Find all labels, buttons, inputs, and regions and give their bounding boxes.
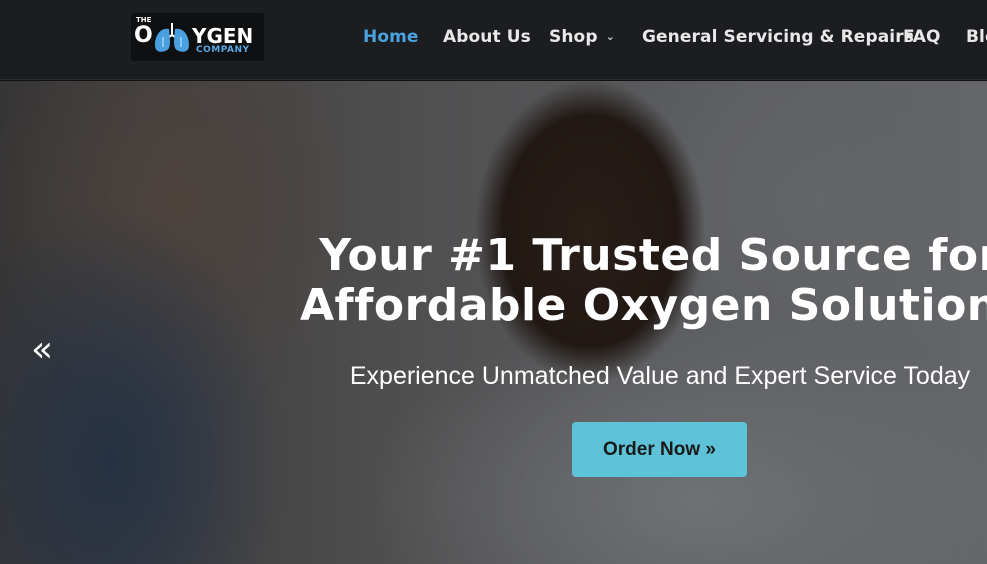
- slider-prev-arrow[interactable]: «: [31, 332, 53, 368]
- nav-item-shop[interactable]: Shop ⌄: [549, 26, 615, 50]
- logo-company-text: COMPANY: [196, 45, 250, 55]
- hero-title-line1: Your #1 Trusted Source for: [319, 230, 987, 281]
- order-now-button[interactable]: Order Now »: [572, 422, 747, 477]
- nav-item-blog[interactable]: Blo: [966, 26, 987, 48]
- nav-item-shop-label: Shop: [549, 27, 598, 47]
- chevron-down-icon: ⌄: [605, 30, 615, 43]
- hero-title: Your #1 Trusted Source for Affordable Ox…: [300, 231, 987, 331]
- nav-item-general-servicing-repairs[interactable]: General Servicing & Repairs: [642, 26, 914, 48]
- nav-item-faq[interactable]: FAQ: [903, 26, 941, 48]
- logo-ygen-text: YGEN: [192, 24, 254, 48]
- logo[interactable]: THE O YGEN COMPANY: [131, 13, 264, 61]
- hero-slider: « Your #1 Trusted Source for Affordable …: [0, 81, 987, 564]
- nav-item-about-us[interactable]: About Us: [443, 26, 531, 48]
- logo-o-text: O: [134, 23, 153, 48]
- lungs-icon: [155, 23, 189, 52]
- nav-item-home[interactable]: Home: [363, 26, 419, 48]
- hero-subtitle: Experience Unmatched Value and Expert Se…: [349, 362, 971, 390]
- site-header: THE O YGEN COMPANY Home About Us Shop ⌄ G…: [0, 0, 987, 80]
- hero-title-line2: Affordable Oxygen Solutions: [300, 280, 987, 331]
